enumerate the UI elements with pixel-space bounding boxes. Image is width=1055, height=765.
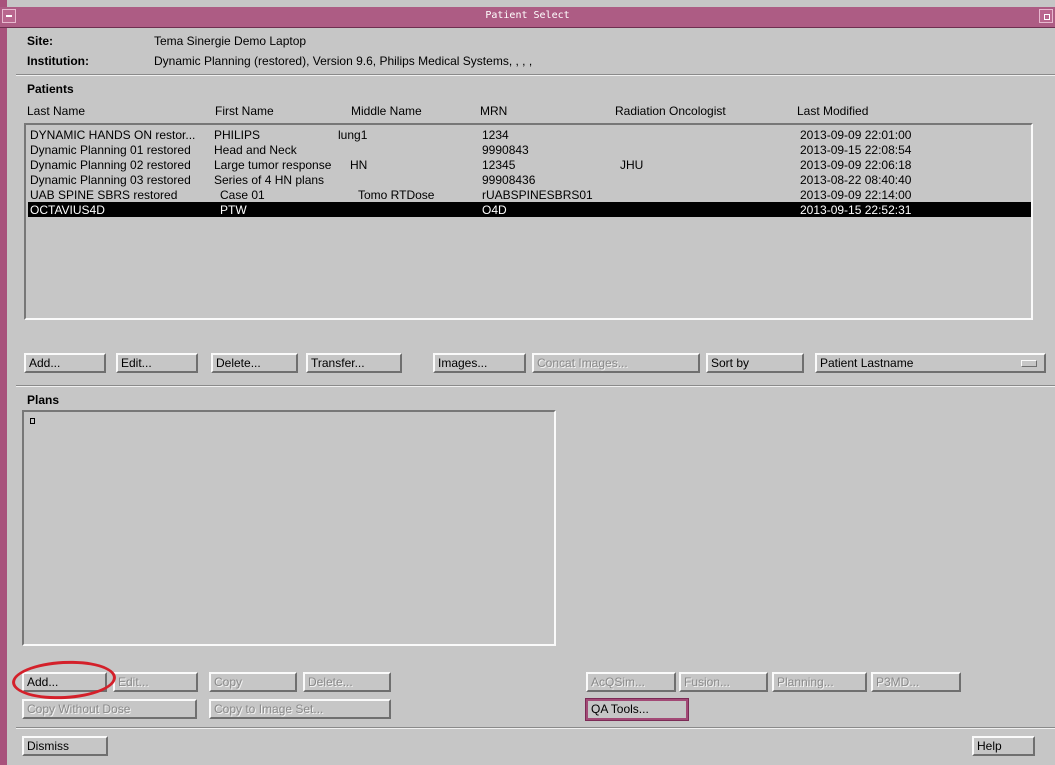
cell-last-modified: 2013-08-22 08:40:40: [800, 173, 912, 187]
patients-heading: Patients: [27, 82, 74, 96]
maximize-button[interactable]: [1039, 9, 1053, 23]
sort-field-select[interactable]: Patient Lastname: [815, 353, 1046, 373]
institution-label: Institution:: [27, 54, 89, 68]
cell-last-name: DYNAMIC HANDS ON restor...: [30, 128, 196, 142]
column-header-mrn[interactable]: MRN: [480, 104, 507, 118]
cell-middle-name: Tomo RTDose: [358, 188, 435, 202]
cell-mrn: 99908436: [482, 173, 536, 187]
concat-images-button[interactable]: Concat Images...: [532, 353, 700, 373]
cell-mrn: 12345: [482, 158, 516, 172]
patient-edit-button[interactable]: Edit...: [116, 353, 198, 373]
separator: [16, 74, 1055, 76]
patient-select-window: Patient Select Site: Tema Sinergie Demo …: [0, 0, 1055, 765]
cell-first-name: Case 01: [220, 188, 265, 202]
window-title: Patient Select: [485, 10, 570, 21]
cell-first-name: PTW: [220, 203, 247, 217]
column-header-last-modified[interactable]: Last Modified: [797, 104, 868, 118]
sort-field-value: Patient Lastname: [820, 356, 914, 370]
cell-middle-name: HN: [350, 158, 368, 172]
separator: [16, 727, 1055, 729]
patient-transfer-button[interactable]: Transfer...: [306, 353, 402, 373]
site-value: Tema Sinergie Demo Laptop: [154, 34, 307, 48]
dismiss-button[interactable]: Dismiss: [22, 736, 108, 756]
cell-mrn: 9990843: [482, 143, 529, 157]
patient-add-button[interactable]: Add...: [24, 353, 106, 373]
cell-last-name: OCTAVIUS4D: [30, 203, 105, 217]
cell-first-name: Head and Neck: [214, 143, 297, 157]
cell-first-name: Large tumor response: [214, 158, 332, 172]
cursor-marker-icon: [30, 418, 35, 424]
copy-to-image-set-button[interactable]: Copy to Image Set...: [209, 699, 391, 719]
cell-last-modified: 2013-09-15 22:52:31: [800, 203, 912, 217]
cell-last-name: UAB SPINE SBRS restored: [30, 188, 178, 202]
patient-row-selected[interactable]: OCTAVIUS4D PTW O4D 2013-09-15 22:52:31: [28, 202, 1031, 217]
patient-row[interactable]: Dynamic Planning 03 restored Series of 4…: [28, 172, 1031, 187]
patient-row[interactable]: DYNAMIC HANDS ON restor... PHILIPS lung1…: [28, 127, 1031, 142]
cell-oncologist: JHU: [620, 158, 644, 172]
cell-first-name: Series of 4 HN plans: [214, 173, 325, 187]
copy-without-dose-button[interactable]: Copy Without Dose: [22, 699, 197, 719]
planning-button[interactable]: Planning...: [772, 672, 867, 692]
cell-last-name: Dynamic Planning 02 restored: [30, 158, 191, 172]
title-bar[interactable]: Patient Select: [0, 7, 1055, 28]
column-header-last-name[interactable]: Last Name: [27, 104, 85, 118]
plans-list[interactable]: [22, 410, 556, 646]
help-button[interactable]: Help: [972, 736, 1035, 756]
acqsim-button[interactable]: AcQSim...: [586, 672, 676, 692]
cell-last-modified: 2013-09-15 22:08:54: [800, 143, 912, 157]
cell-last-modified: 2013-09-09 22:14:00: [800, 188, 912, 202]
patient-row[interactable]: Dynamic Planning 01 restored Head and Ne…: [28, 142, 1031, 157]
p3md-button[interactable]: P3MD...: [871, 672, 961, 692]
separator: [16, 385, 1055, 387]
option-menu-icon: [1021, 360, 1037, 367]
cell-last-modified: 2013-09-09 22:06:18: [800, 158, 912, 172]
plan-edit-button[interactable]: Edit...: [113, 672, 198, 692]
patient-row[interactable]: Dynamic Planning 02 restored Large tumor…: [28, 157, 1031, 172]
cell-last-name: Dynamic Planning 03 restored: [30, 173, 191, 187]
column-header-radiation-oncologist[interactable]: Radiation Oncologist: [615, 104, 726, 118]
plan-add-button[interactable]: Add...: [22, 672, 107, 692]
cell-middle-name: lung1: [338, 128, 368, 142]
cell-last-name: Dynamic Planning 01 restored: [30, 143, 191, 157]
plan-copy-button[interactable]: Copy: [209, 672, 297, 692]
column-header-middle-name[interactable]: Middle Name: [351, 104, 422, 118]
cell-mrn: 1234: [482, 128, 509, 142]
column-header-first-name[interactable]: First Name: [215, 104, 274, 118]
patients-list[interactable]: DYNAMIC HANDS ON restor... PHILIPS lung1…: [24, 123, 1033, 320]
site-label: Site:: [27, 34, 54, 48]
cell-first-name: PHILIPS: [214, 128, 261, 142]
cell-last-modified: 2013-09-09 22:01:00: [800, 128, 912, 142]
cell-mrn: rUABSPINESBRS01: [482, 188, 593, 202]
cell-mrn: O4D: [482, 203, 507, 217]
maximize-icon: [1044, 14, 1050, 20]
fusion-button[interactable]: Fusion...: [679, 672, 768, 692]
plans-heading: Plans: [27, 393, 60, 407]
patient-row[interactable]: UAB SPINE SBRS restored Case 01 Tomo RTD…: [28, 187, 1031, 202]
institution-value: Dynamic Planning (restored), Version 9.6…: [154, 54, 533, 68]
plan-delete-button[interactable]: Delete...: [303, 672, 391, 692]
patient-delete-button[interactable]: Delete...: [211, 353, 298, 373]
images-button[interactable]: Images...: [433, 353, 526, 373]
sort-by-button[interactable]: Sort by: [706, 353, 804, 373]
qa-tools-button[interactable]: QA Tools...: [585, 698, 689, 721]
window-left-border: [0, 0, 7, 765]
